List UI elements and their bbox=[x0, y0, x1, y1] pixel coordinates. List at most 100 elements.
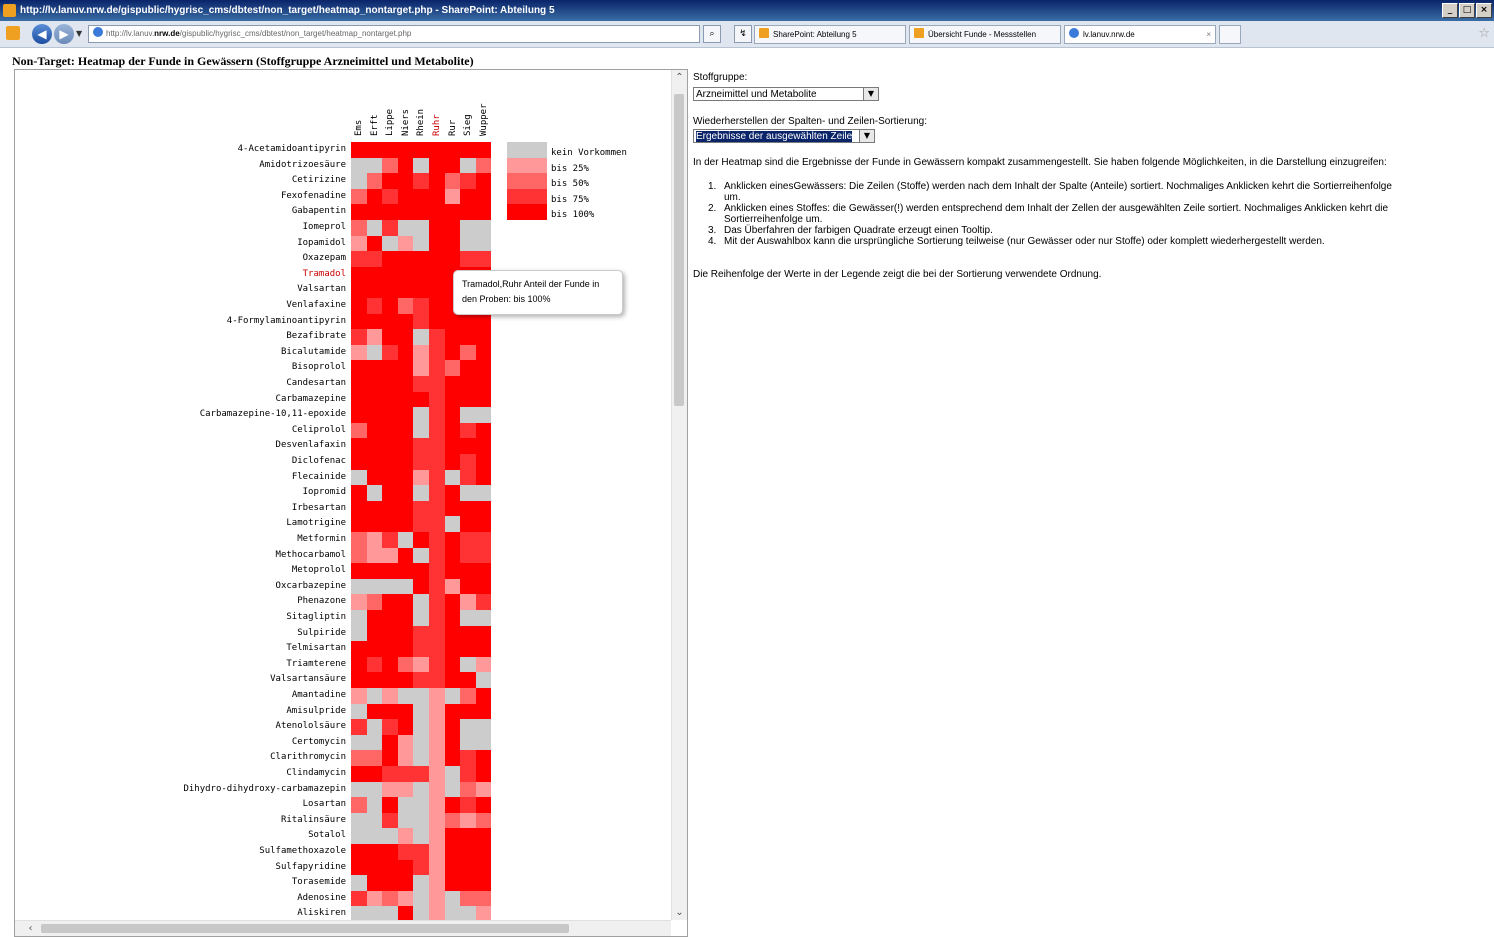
row-label[interactable]: Phenazone bbox=[297, 596, 346, 606]
heatmap-cell[interactable] bbox=[382, 532, 398, 548]
heatmap-cell[interactable] bbox=[382, 828, 398, 844]
heatmap-cell[interactable] bbox=[413, 781, 429, 798]
heatmap-cell[interactable] bbox=[351, 625, 367, 642]
heatmap-cell[interactable] bbox=[460, 594, 476, 610]
heatmap-cell[interactable] bbox=[460, 391, 476, 408]
heatmap-cell[interactable] bbox=[429, 142, 445, 158]
heatmap-cell[interactable] bbox=[413, 329, 429, 345]
heatmap-cell[interactable] bbox=[460, 204, 476, 220]
heatmap-cell[interactable] bbox=[460, 610, 476, 626]
row-label[interactable]: Sulfamethoxazole bbox=[259, 846, 346, 856]
heatmap-cell[interactable] bbox=[397, 266, 414, 283]
row-label[interactable]: Cetirizine bbox=[292, 175, 346, 185]
heatmap-cell[interactable] bbox=[351, 797, 367, 813]
heatmap-cell[interactable] bbox=[460, 188, 476, 205]
heatmap-cell[interactable] bbox=[429, 734, 445, 751]
heatmap-cell[interactable] bbox=[366, 578, 383, 595]
heatmap-cell[interactable] bbox=[382, 766, 398, 782]
scroll-down-icon[interactable]: ⌄ bbox=[672, 905, 687, 920]
heatmap-cell[interactable] bbox=[382, 313, 398, 330]
heatmap-cell[interactable] bbox=[475, 875, 492, 891]
heatmap-cell[interactable] bbox=[413, 828, 429, 844]
heatmap-cell[interactable] bbox=[460, 344, 476, 361]
heatmap-cell[interactable] bbox=[351, 204, 367, 220]
row-label[interactable]: Diclofenac bbox=[292, 456, 346, 466]
heatmap-cell[interactable] bbox=[460, 656, 476, 673]
heatmap-cell[interactable] bbox=[382, 563, 398, 579]
heatmap-cell[interactable] bbox=[366, 188, 383, 205]
heatmap-cell[interactable] bbox=[475, 454, 492, 470]
horizontal-scrollbar[interactable]: ‹ › bbox=[15, 920, 671, 936]
address-bar[interactable]: http://lv.lanuv.nrw.de/gispublic/hygrisc… bbox=[88, 25, 700, 43]
heatmap-cell[interactable] bbox=[444, 235, 461, 252]
search-icon[interactable]: ⌕ bbox=[703, 25, 721, 43]
heatmap-cell[interactable] bbox=[460, 313, 476, 330]
heatmap-cell[interactable] bbox=[351, 173, 367, 189]
heatmap-cell[interactable] bbox=[429, 672, 445, 688]
heatmap-cell[interactable] bbox=[351, 688, 367, 704]
heatmap-cell[interactable] bbox=[475, 235, 492, 252]
heatmap-cell[interactable] bbox=[397, 688, 414, 704]
heatmap-cell[interactable] bbox=[444, 407, 461, 423]
row-label[interactable]: Telmisartan bbox=[286, 643, 346, 653]
heatmap-cell[interactable] bbox=[397, 610, 414, 626]
close-tab-icon[interactable]: × bbox=[1206, 26, 1211, 43]
heatmap-cell[interactable] bbox=[475, 781, 492, 798]
heatmap-cell[interactable] bbox=[444, 875, 461, 891]
heatmap-cell[interactable] bbox=[475, 344, 492, 361]
heatmap-cell[interactable] bbox=[475, 313, 492, 330]
heatmap-cell[interactable] bbox=[460, 157, 476, 174]
heatmap-cell[interactable] bbox=[413, 766, 429, 782]
heatmap-cell[interactable] bbox=[366, 688, 383, 704]
heatmap-cell[interactable] bbox=[444, 734, 461, 751]
heatmap-cell[interactable] bbox=[444, 344, 461, 361]
heatmap-cell[interactable] bbox=[366, 719, 383, 735]
heatmap-cell[interactable] bbox=[475, 376, 492, 392]
compatibility-icon[interactable]: ↯ bbox=[734, 25, 752, 43]
row-label[interactable]: Amantadine bbox=[292, 690, 346, 700]
heatmap-cell[interactable] bbox=[429, 469, 445, 486]
heatmap-cell[interactable] bbox=[397, 625, 414, 642]
heatmap-cell[interactable] bbox=[444, 500, 461, 517]
heatmap-cell[interactable] bbox=[382, 703, 398, 720]
column-header[interactable]: Sieg bbox=[463, 114, 473, 136]
heatmap-cell[interactable] bbox=[397, 422, 414, 439]
heatmap-cell[interactable] bbox=[397, 547, 414, 564]
heatmap-cell[interactable] bbox=[429, 875, 445, 891]
heatmap-cell[interactable] bbox=[475, 438, 492, 454]
row-label[interactable]: Tramadol bbox=[303, 269, 346, 279]
heatmap-cell[interactable] bbox=[460, 454, 476, 470]
heatmap-cell[interactable] bbox=[382, 173, 398, 189]
heatmap-cell[interactable] bbox=[366, 812, 383, 829]
heatmap-cell[interactable] bbox=[382, 610, 398, 626]
heatmap-cell[interactable] bbox=[413, 641, 429, 657]
heatmap-cell[interactable] bbox=[475, 828, 492, 844]
heatmap-cell[interactable] bbox=[444, 360, 461, 376]
tab-uebersicht[interactable]: Übersicht Funde - Messstellen bbox=[909, 25, 1061, 44]
favorites-star-icon[interactable]: ☆ bbox=[1478, 26, 1490, 41]
column-header[interactable]: Niers bbox=[401, 109, 411, 136]
row-label[interactable]: Iomeprol bbox=[303, 222, 346, 232]
heatmap-cell[interactable] bbox=[397, 251, 414, 267]
heatmap-cell[interactable] bbox=[444, 251, 461, 267]
heatmap-cell[interactable] bbox=[413, 298, 429, 314]
heatmap-cell[interactable] bbox=[413, 656, 429, 673]
row-label[interactable]: Metformin bbox=[297, 534, 346, 544]
heatmap-cell[interactable] bbox=[460, 173, 476, 189]
heatmap-cell[interactable] bbox=[460, 220, 476, 236]
tab-sharepoint[interactable]: SharePoint: Abteilung 5 bbox=[754, 25, 906, 44]
heatmap-cell[interactable] bbox=[475, 407, 492, 423]
heatmap-cell[interactable] bbox=[460, 422, 476, 439]
heatmap-cell[interactable] bbox=[460, 766, 476, 782]
heatmap-cell[interactable] bbox=[366, 766, 383, 782]
heatmap-cell[interactable] bbox=[351, 610, 367, 626]
heatmap-cell[interactable] bbox=[475, 157, 492, 174]
heatmap-cell[interactable] bbox=[397, 890, 414, 907]
heatmap-cell[interactable] bbox=[366, 625, 383, 642]
heatmap-cell[interactable] bbox=[351, 220, 367, 236]
heatmap-cell[interactable] bbox=[444, 422, 461, 439]
heatmap-cell[interactable] bbox=[397, 344, 414, 361]
heatmap-cell[interactable] bbox=[429, 500, 445, 517]
row-label[interactable]: Adenosine bbox=[297, 893, 346, 903]
heatmap-cell[interactable] bbox=[397, 500, 414, 517]
